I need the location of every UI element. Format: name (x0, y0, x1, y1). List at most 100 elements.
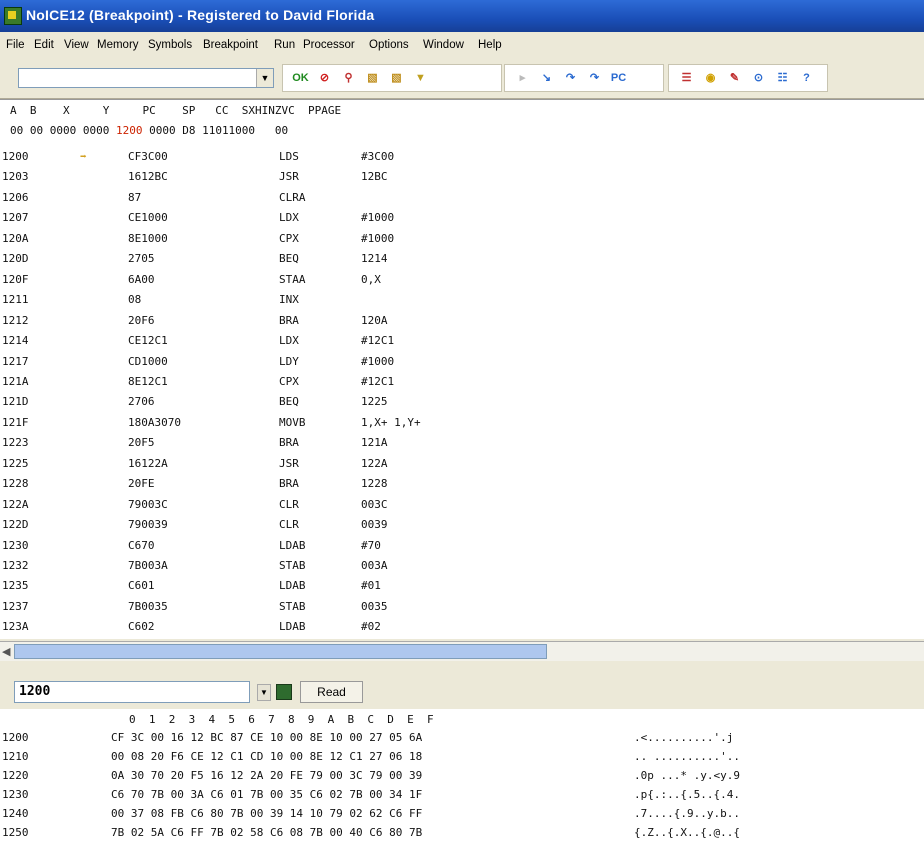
disassembly-bytes: C602 (128, 620, 155, 634)
disassembly-row[interactable]: 123A C602 LDAB #02 (0, 617, 924, 638)
disassembly-row[interactable]: 1225 16122A JSR 122A (0, 454, 924, 475)
disassembly-opcode: LDAB (279, 579, 306, 593)
menu-edit[interactable]: Edit (34, 39, 54, 51)
disassembly-operand: 003C (361, 497, 388, 511)
disassembly-address: 1232 (2, 559, 29, 572)
disassembly-opcode: CPX (279, 231, 299, 245)
menu-view[interactable]: View (64, 39, 89, 51)
memory-hex: C6 70 7B 00 3A C6 01 7B 00 35 C6 02 7B 0… (111, 788, 423, 801)
pin-button[interactable]: ⚲ (339, 69, 358, 88)
help-button[interactable]: ? (797, 69, 816, 88)
menu-help[interactable]: Help (478, 39, 502, 51)
read-button[interactable]: Read (300, 681, 363, 703)
disassembly-row[interactable]: 1206 87 CLRA (0, 188, 924, 209)
disassembly-address: 1211 (2, 293, 29, 307)
disassembly-row[interactable]: 1203 1612BC JSR 12BC (0, 167, 924, 188)
disassembly-row[interactable]: 121D 2706 BEQ 1225 (0, 392, 924, 413)
chevron-down-icon[interactable]: ▼ (257, 684, 271, 701)
disassembly-row[interactable]: 1237 7B0035 STAB 0035 (0, 597, 924, 618)
list-button[interactable]: ☰ (677, 69, 696, 88)
step-over-button[interactable]: ↷ (561, 69, 580, 88)
disassembly-operand: 121A (361, 436, 388, 450)
breakpoint-button[interactable]: ◉ (701, 69, 720, 88)
disassembly-row[interactable]: 120F 6A00 STAA 0,X (0, 270, 924, 291)
disassembly-row[interactable]: 121F 180A3070 MOVB 1,X+ 1,Y+ (0, 413, 924, 434)
edit-button[interactable]: ✎ (725, 69, 744, 88)
horizontal-scrollbar[interactable]: ◀ (0, 641, 924, 662)
run-to-button[interactable]: ↷ (585, 69, 604, 88)
disassembly-row[interactable]: 1214 CE12C1 LDX #12C1 (0, 331, 924, 352)
disassembly-address: 123A (2, 620, 29, 634)
memory-format-icon[interactable] (276, 684, 292, 700)
pc-value[interactable]: 1200 (116, 124, 143, 137)
disassembly-row[interactable]: 1212 20F6 BRA 120A (0, 311, 924, 332)
memory-list-button[interactable]: ☷ (773, 69, 792, 88)
disassembly-opcode: STAA (279, 272, 306, 286)
disassembly-operand: 0,X (361, 272, 381, 286)
disassembly-bytes: CF3C00 (128, 150, 168, 163)
disassembly-row[interactable]: 122D 790039 CLR 0039 (0, 515, 924, 536)
menu-window[interactable]: Window (423, 39, 464, 51)
step-into-button[interactable]: ↘ (537, 69, 556, 88)
disassembly-row[interactable]: 1235 C601 LDAB #01 (0, 576, 924, 597)
disassembly-row[interactable]: 1228 20FE BRA 1228 (0, 474, 924, 495)
disassembly-operand: #12C1 (361, 374, 395, 388)
pc-button[interactable]: PC (609, 69, 628, 88)
disassembly-bytes: CE12C1 (128, 334, 168, 348)
disassembly-row[interactable]: 1217 CD1000 LDY #1000 (0, 352, 924, 373)
menu-options[interactable]: Options (369, 39, 409, 51)
menu-breakpoint[interactable]: Breakpoint (203, 39, 258, 51)
toolbar: ▼ OK ⊘ ⚲ ▧ ▧ ▼ ▸ ↘ ↷ ↷ PC ☰ ◉ ✎ ⊙ ☷? (0, 58, 924, 99)
memory-column-header: 0 1 2 3 4 5 6 7 8 9 A B C D E F (129, 713, 434, 726)
disassembly-row[interactable]: 1211 08 INX (0, 290, 924, 311)
disassembly-row[interactable]: 122A 79003C CLR 003C (0, 495, 924, 516)
disassembly-row[interactable]: 1223 20F5 BRA 121A (0, 433, 924, 454)
memory-address-input[interactable]: 1200 (14, 681, 250, 703)
menu-symbols[interactable]: Symbols (148, 39, 192, 51)
filter-button[interactable]: ▼ (411, 69, 430, 88)
disassembly-address: 120F (2, 272, 29, 286)
disassembly-address: 1223 (2, 436, 29, 450)
ok-button[interactable]: OK (291, 69, 310, 88)
memory-dump-pane[interactable]: 0 1 2 3 4 5 6 7 8 9 A B C D E F 1200 CF 3… (0, 709, 924, 841)
disassembly-row[interactable]: 1200 CF3C00 LDS #3C00 ➡ (0, 147, 924, 168)
disassembly-row[interactable]: 120A 8E1000 CPX #1000 (0, 229, 924, 250)
disassembly-address: 1214 (2, 334, 29, 348)
disassembly-row[interactable]: 121A 8E12C1 CPX #12C1 (0, 372, 924, 393)
stop-button[interactable]: ⊘ (315, 69, 334, 88)
menu-bar: File Edit View Memory Symbols Breakpoint… (0, 32, 924, 58)
scroll-thumb[interactable] (14, 644, 547, 659)
disabled-button[interactable]: ▸ (513, 69, 532, 88)
scroll-left-icon[interactable]: ◀ (2, 645, 10, 658)
menu-memory[interactable]: Memory (97, 39, 139, 51)
disassembly-opcode: STAB (279, 599, 306, 613)
disassembly-bytes: CE1000 (128, 211, 168, 225)
disassembly-bytes: C670 (128, 538, 155, 552)
disassembly-bytes: 180A3070 (128, 415, 181, 429)
load-button[interactable]: ▧ (363, 69, 382, 88)
disassembly-address: 1228 (2, 477, 29, 491)
disassembly-row[interactable]: 1232 7B003A STAB 003A (0, 556, 924, 577)
disassembly-operand: #02 (361, 620, 381, 634)
load-symbols-button[interactable]: ▧ (387, 69, 406, 88)
toolbar-group-2: ▸ ↘ ↷ ↷ PC (504, 64, 664, 92)
command-combo[interactable]: ▼ (18, 68, 274, 88)
disassembly-operand: #1000 (361, 211, 395, 225)
disassembly-bytes: 7B003A (128, 559, 168, 572)
disassembly-opcode: LDX (279, 334, 299, 348)
register-headers: A B X Y PC SP CC SXHINZVC PPAGE (10, 104, 342, 117)
disassembly-operand: 1214 (361, 252, 388, 266)
disassembly-pane[interactable]: 1200 CF3C00 LDS #3C00 ➡ 1203 1612BC JSR 12BC 1206… (0, 147, 924, 639)
disassembly-row[interactable]: 1207 CE1000 LDX #1000 (0, 208, 924, 229)
chevron-down-icon[interactable]: ▼ (256, 69, 273, 87)
disassembly-operand: 1225 (361, 395, 388, 409)
disassembly-operand: 003A (361, 559, 388, 572)
watch-button[interactable]: ⊙ (749, 69, 768, 88)
memory-address: 1250 (2, 826, 29, 839)
menu-run[interactable]: Run (274, 39, 295, 51)
menu-processor[interactable]: Processor (303, 39, 355, 51)
disassembly-row[interactable]: 120D 2705 BEQ 1214 (0, 249, 924, 270)
disassembly-row[interactable]: 1230 C670 LDAB #70 (0, 536, 924, 557)
disassembly-operand: #01 (361, 579, 381, 593)
menu-file[interactable]: File (6, 39, 25, 51)
